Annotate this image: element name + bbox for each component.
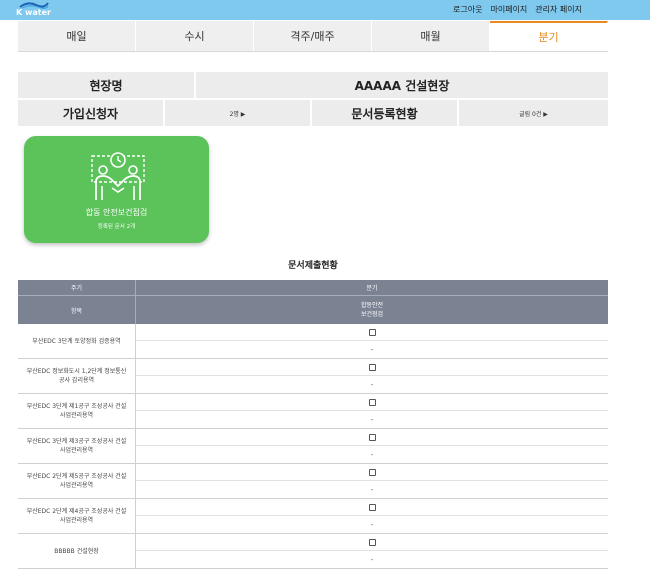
- top-links: 로그아웃 마이페이지 관리자 페이지: [453, 4, 582, 15]
- row-site-name: 부산EDC 2단계 제5공구 조성공사 건설사업관리용역: [18, 464, 136, 498]
- site-info: 현장명 AAAAA 건설현장 가입신청자 2명 ▶ 문서등록현황 글림 0건 ▶: [18, 72, 608, 128]
- kwater-logo[interactable]: K water: [14, 1, 54, 19]
- tab-quarterly[interactable]: 분기: [490, 21, 608, 51]
- row-status: -: [370, 555, 374, 564]
- tab-occasional[interactable]: 수시: [136, 21, 254, 51]
- applicant-link[interactable]: 2명 ▶: [165, 100, 312, 126]
- submit-checkbox[interactable]: [368, 328, 376, 336]
- row-site-name: 부산EDC 2단계 제4공구 조성공사 건설사업관리용역: [18, 499, 136, 533]
- table-header-row: 항목 합동안전 보건점검: [18, 296, 608, 324]
- handshake-icon: [91, 152, 145, 200]
- submit-checkbox[interactable]: [368, 433, 376, 441]
- header-cycle: 주기: [18, 280, 136, 295]
- row-status: -: [370, 345, 374, 354]
- submit-checkbox[interactable]: [368, 363, 376, 371]
- submit-checkbox[interactable]: [368, 398, 376, 406]
- submit-checkbox[interactable]: [368, 538, 376, 546]
- applicant-label: 가입신청자: [18, 100, 165, 126]
- mypage-link[interactable]: 마이페이지: [490, 4, 527, 15]
- row-status: -: [370, 520, 374, 529]
- table-row: 부산EDC 3단계 토양정화 검증용역 -: [18, 324, 608, 359]
- row-site-name: 부산EDC 3단계 토양정화 검증용역: [18, 324, 136, 358]
- submission-table: 주기 분기 항목 합동안전 보건점검 부산EDC 3단계 토양정화 검증용역 - 부…: [18, 280, 608, 569]
- row-status: -: [370, 415, 374, 424]
- tab-weekly[interactable]: 격주/매주: [254, 21, 372, 51]
- table-row: 부산EDC 2단계 제4공구 조성공사 건설사업관리용역 -: [18, 499, 608, 534]
- table-header-row: 주기 분기: [18, 280, 608, 296]
- row-site-name: 부산EDC 3단계 제1공구 조성공사 건설사업관리용역: [18, 394, 136, 428]
- period-tabs: 매일 수시 격주/매주 매월 분기: [18, 21, 608, 52]
- table-row: 부산EDC 2단계 제5공구 조성공사 건설사업관리용역 -: [18, 464, 608, 499]
- header-joint-inspection: 합동안전 보건점검: [360, 302, 384, 318]
- card-subtitle: 등록된 문서 2개: [97, 224, 136, 230]
- site-name-label: 현장명: [18, 72, 196, 98]
- row-status: -: [370, 485, 374, 494]
- table-row: 부산EDC 3단계 제3공구 조성공사 건설사업관리용역 -: [18, 429, 608, 464]
- site-name-value: AAAAA 건설현장: [196, 72, 608, 98]
- row-site-name: 부산EDC 3단계 제3공구 조성공사 건설사업관리용역: [18, 429, 136, 463]
- submit-checkbox[interactable]: [368, 468, 376, 476]
- joint-safety-inspection-card[interactable]: 합동 안전보건점검 등록된 문서 2개: [24, 136, 209, 243]
- row-status: -: [370, 450, 374, 459]
- header-quarterly: 분기: [366, 285, 378, 292]
- row-site-name: 부산EDC 정보화도시 1,2단계 정보통신공사 감리용역: [18, 359, 136, 393]
- tab-daily[interactable]: 매일: [18, 21, 136, 51]
- table-row: 부산EDC 3단계 제1공구 조성공사 건설사업관리용역 -: [18, 394, 608, 429]
- header-item: 항목: [18, 296, 136, 324]
- row-site-name: BBBBB 건설현장: [18, 534, 136, 568]
- top-bar: K water 로그아웃 마이페이지 관리자 페이지: [0, 0, 650, 20]
- submit-checkbox[interactable]: [368, 503, 376, 511]
- card-title: 합동 안전보건점검: [85, 208, 148, 217]
- logout-link[interactable]: 로그아웃: [453, 4, 482, 15]
- admin-page-link[interactable]: 관리자 페이지: [535, 4, 582, 15]
- brand-name: K water: [16, 8, 51, 17]
- table-row: BBBBB 건설현장 -: [18, 534, 608, 569]
- tab-monthly[interactable]: 매월: [372, 21, 490, 51]
- doc-status-link[interactable]: 글림 0건 ▶: [459, 100, 608, 126]
- row-status: -: [370, 380, 374, 389]
- doc-status-label: 문서등록현황: [312, 100, 459, 126]
- section-title: 문서제출현황: [288, 261, 338, 271]
- table-row: 부산EDC 정보화도시 1,2단계 정보통신공사 감리용역 -: [18, 359, 608, 394]
